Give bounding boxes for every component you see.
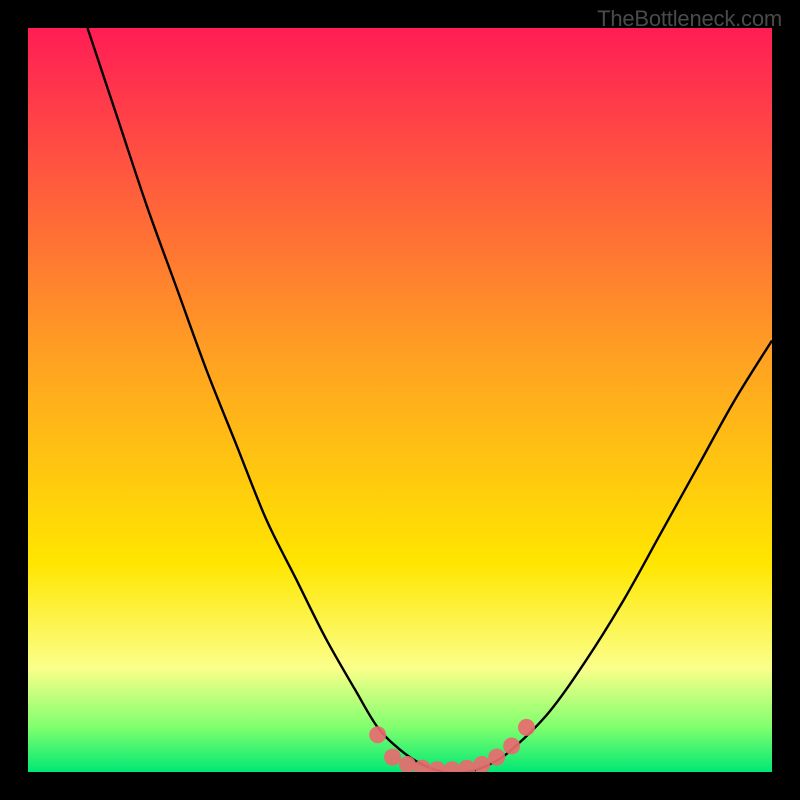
plot-area xyxy=(28,28,772,772)
chart-container: TheBottleneck.com xyxy=(0,0,800,800)
marker-dot xyxy=(488,749,505,766)
marker-dot xyxy=(369,726,386,743)
watermark-text: TheBottleneck.com xyxy=(597,6,782,32)
gradient-background xyxy=(28,28,772,772)
marker-dot xyxy=(503,737,520,754)
marker-dot xyxy=(518,719,535,736)
chart-svg xyxy=(28,28,772,772)
marker-dot xyxy=(384,749,401,766)
